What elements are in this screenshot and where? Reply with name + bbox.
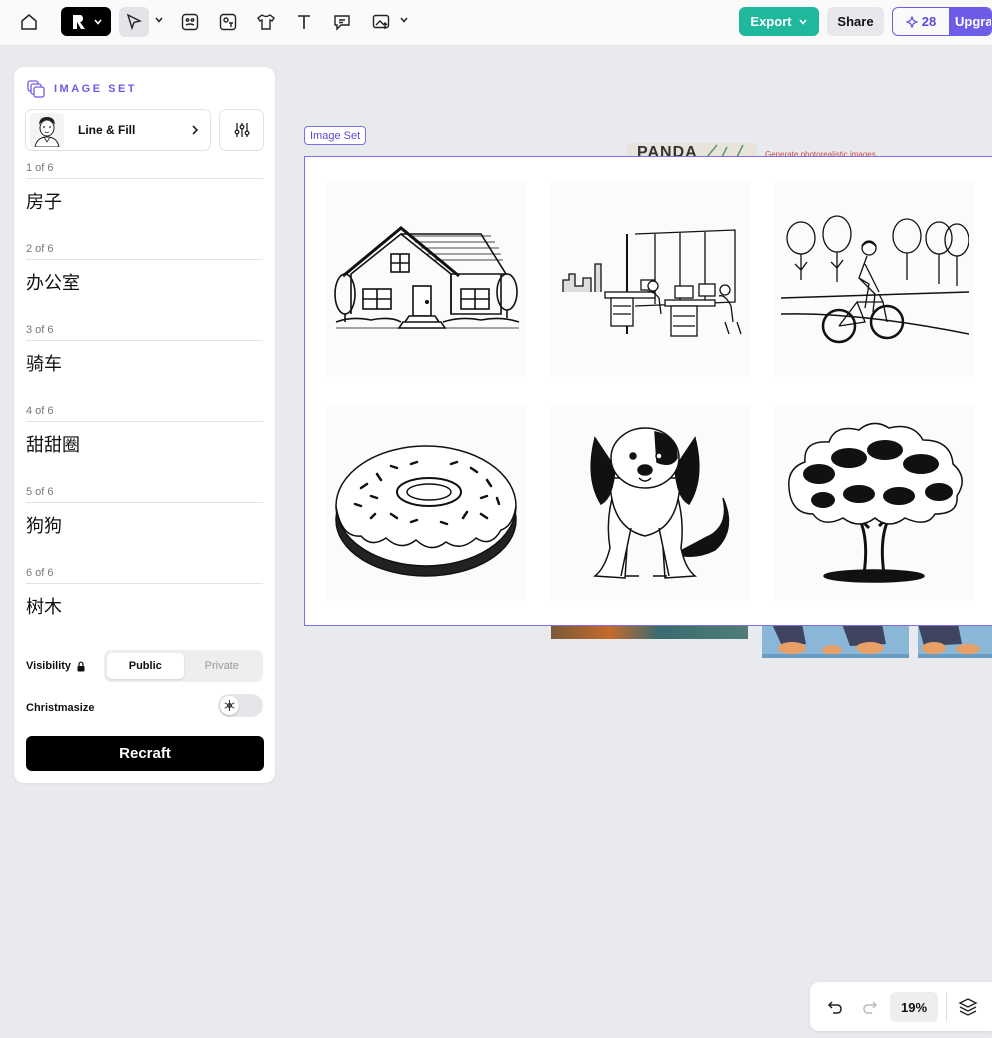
credits-upgrade-group[interactable]: 28 Upgrade (892, 7, 992, 36)
house-illustration (334, 226, 520, 329)
image-set-frame[interactable] (304, 156, 992, 626)
undo-icon[interactable] (820, 992, 850, 1022)
prompt-count: 1 of 6 (26, 162, 263, 179)
prompt-count: 5 of 6 (26, 486, 263, 503)
sliders-icon (234, 123, 249, 137)
zoom-level[interactable]: 19% (890, 992, 938, 1022)
vectorize-tool-icon[interactable] (213, 7, 243, 37)
select-tool-button[interactable] (119, 7, 149, 37)
panel-header: IMAGE SET (26, 79, 137, 99)
export-label: Export (750, 14, 792, 29)
chevron-down-icon (94, 18, 102, 25)
background-image-tile[interactable] (918, 624, 992, 658)
prompt-text[interactable]: 办公室 (26, 269, 263, 295)
visibility-toggle[interactable]: Public Private (104, 650, 263, 682)
recraft-button[interactable]: Recraft (26, 736, 264, 771)
background-image-panda[interactable]: PANDA (627, 143, 757, 157)
layers-icon[interactable] (953, 992, 983, 1022)
lock-icon (77, 661, 85, 671)
visibility-private-option[interactable]: Private (184, 653, 261, 679)
prompt-text[interactable]: 房子 (26, 188, 263, 214)
image-cyclist[interactable] (775, 181, 973, 377)
prompt-count: 6 of 6 (26, 567, 263, 584)
prompt-item[interactable]: 5 of 6 狗狗 (26, 486, 263, 538)
christmasize-switch[interactable] (218, 694, 263, 717)
dog-paws-shape (762, 624, 909, 658)
prompt-text[interactable]: 树木 (26, 593, 263, 619)
image-tree[interactable] (775, 405, 973, 601)
top-toolbar: Export Share 28 Upgrade (0, 0, 992, 46)
image-dog[interactable] (551, 405, 749, 601)
style-avatar (30, 113, 64, 147)
style-settings-button[interactable] (219, 109, 264, 151)
dog-paws-shape (918, 624, 992, 658)
prompt-text[interactable]: 骑车 (26, 350, 263, 376)
credits-counter[interactable]: 28 (893, 14, 949, 29)
chevron-right-icon (192, 125, 199, 135)
home-icon[interactable] (14, 7, 44, 37)
chevron-down-icon[interactable] (154, 15, 164, 25)
text-tool-icon[interactable] (289, 7, 319, 37)
prompt-text[interactable]: 狗狗 (26, 512, 263, 538)
snowflake-icon (224, 700, 235, 711)
recraft-logo-icon (73, 14, 85, 29)
donut-illustration (335, 445, 517, 577)
sparkle-icon (905, 15, 918, 28)
chevron-down-icon (798, 18, 807, 25)
tree-illustration (788, 422, 963, 583)
comment-tool-icon[interactable] (327, 7, 357, 37)
visibility-row: Visibility (26, 660, 86, 672)
image-set-panel: IMAGE SET Line & Fill 1 of 6 房子 2 of 6 办… (14, 67, 275, 783)
share-button[interactable]: Share (827, 7, 884, 36)
panda-bamboo-shape (706, 144, 744, 157)
office-illustration (562, 229, 742, 337)
prompt-text[interactable]: 甜甜圈 (26, 431, 263, 457)
background-image-tile[interactable] (551, 624, 748, 639)
christmasize-label: Christmasize (26, 702, 95, 714)
style-selector[interactable]: Line & Fill (25, 109, 211, 151)
switch-knob (220, 696, 239, 715)
image-office[interactable] (551, 181, 749, 377)
prompt-count: 4 of 6 (26, 405, 263, 422)
app-logo-button[interactable] (61, 7, 111, 36)
prompt-item[interactable]: 1 of 6 房子 (26, 162, 263, 214)
redo-icon[interactable] (855, 992, 885, 1022)
export-button[interactable]: Export (739, 7, 819, 36)
style-name: Line & Fill (78, 123, 136, 137)
visibility-public-option[interactable]: Public (107, 653, 184, 679)
prompt-item[interactable]: 3 of 6 骑车 (26, 324, 263, 376)
cyclist-illustration (780, 215, 969, 344)
image-house[interactable] (327, 181, 525, 377)
prompt-item[interactable]: 4 of 6 甜甜圈 (26, 405, 263, 457)
image-donut[interactable] (327, 405, 525, 601)
mockup-shirt-icon[interactable] (251, 7, 281, 37)
cursor-icon (126, 13, 143, 31)
upgrade-button[interactable]: Upgrade (949, 8, 991, 35)
prompt-count: 3 of 6 (26, 324, 263, 341)
bottom-controls: 19% (810, 982, 992, 1031)
divider (946, 992, 947, 1022)
dog-illustration (590, 427, 730, 579)
credits-value: 28 (921, 14, 937, 29)
background-image-tile[interactable] (762, 624, 909, 658)
visibility-label: Visibility (26, 660, 72, 672)
panel-title: IMAGE SET (54, 83, 138, 95)
image-set-tag[interactable]: Image Set (304, 126, 367, 145)
chevron-down-icon[interactable] (399, 15, 409, 25)
prompt-count: 2 of 6 (26, 243, 263, 260)
image-set-icon (27, 80, 45, 98)
upload-image-icon[interactable] (366, 7, 396, 37)
prompt-item[interactable]: 2 of 6 办公室 (26, 243, 263, 295)
prompt-item[interactable]: 6 of 6 树木 (26, 567, 263, 619)
image-tool-icon[interactable] (175, 7, 205, 37)
